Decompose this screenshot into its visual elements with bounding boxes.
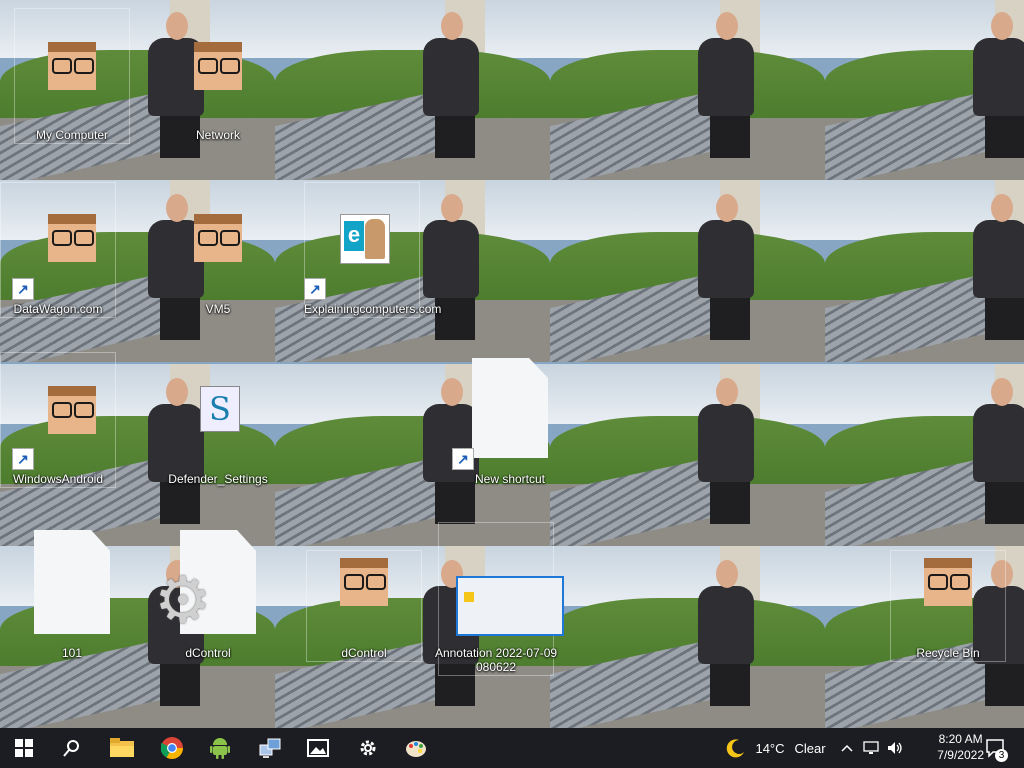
desktop-icon[interactable]: My Computer [14, 8, 130, 144]
taskbar-photos[interactable] [294, 728, 342, 768]
file-explorer-icon [110, 738, 134, 757]
settings-icon [360, 740, 376, 756]
desktop-icon[interactable]: Recycle Bin [890, 550, 1006, 662]
taskbar-file-explorer[interactable] [98, 728, 146, 768]
network-app-icon [259, 738, 281, 758]
desktop-icon-label: VM5 [205, 302, 231, 316]
paint-icon [406, 741, 426, 757]
shortcut-arrow-icon: ↗ [12, 278, 34, 300]
desktop-icon[interactable]: ↗ WindowsAndroid [0, 352, 116, 488]
desktop-icon-label: New shortcut [474, 472, 546, 486]
wallpaper-tile [550, 180, 825, 362]
gear-icon: ⚙ [154, 564, 212, 636]
shortcut-arrow-icon: ↗ [12, 448, 34, 470]
start-button[interactable] [0, 728, 48, 768]
windows-logo-icon [15, 739, 33, 757]
network-status-icon [863, 741, 879, 754]
desktop-icon[interactable]: VM5 [160, 182, 276, 318]
desktop-icon-label: Explainingcomputers.com [304, 302, 442, 316]
clock-time: 8:20 AM [938, 732, 983, 746]
desktop-background[interactable]: My Computer Network ↗ DataWagon.com VM5 e ↗ Exp… [0, 0, 1024, 728]
face-icon [194, 42, 242, 90]
face-icon [48, 386, 96, 434]
desktop-icon-label: Annotation 2022-07-09 080622 [434, 646, 558, 674]
speaker-icon [888, 742, 902, 754]
clock-date: 7/9/2022 [937, 748, 984, 762]
explainingcomputers-logo-icon: e [340, 214, 390, 264]
taskbar-settings[interactable] [344, 728, 392, 768]
desktop-icon-label: dControl [185, 646, 231, 660]
wallpaper-tile [825, 364, 1024, 546]
desktop-icon[interactable]: ↗ New shortcut [452, 352, 568, 488]
photos-icon [307, 739, 329, 757]
clock[interactable]: 8:20 AM 7/9/2022 [937, 731, 984, 763]
face-icon [340, 558, 388, 606]
face-icon [48, 214, 96, 262]
show-hidden-icons-button[interactable] [836, 728, 858, 768]
desktop-icon[interactable]: e ↗ Explainingcomputers.com [304, 182, 442, 318]
script-file-icon: S [200, 386, 240, 432]
wallpaper-tile [825, 0, 1024, 180]
face-icon [924, 558, 972, 606]
wallpaper-tile [550, 364, 825, 546]
taskbar-paint[interactable] [392, 728, 440, 768]
screenshot-thumbnail-icon [456, 576, 564, 636]
network-tray-button[interactable] [860, 728, 882, 768]
taskbar-chrome[interactable] [148, 728, 196, 768]
shortcut-arrow-icon: ↗ [304, 278, 326, 300]
volume-button[interactable] [884, 728, 906, 768]
wallpaper-tile [550, 546, 825, 728]
desktop-icon-label: Recycle Bin [916, 646, 980, 660]
weather-widget[interactable] [720, 728, 752, 768]
desktop-icon-label: dControl [341, 646, 387, 660]
search-icon [63, 740, 79, 757]
taskbar-network-app[interactable] [246, 728, 294, 768]
e-letter: e [344, 221, 364, 251]
weather-condition-wrap[interactable]: Clear [790, 728, 830, 768]
blank-file-icon [472, 358, 548, 458]
desktop-icon[interactable]: ⚙ dControl [150, 528, 266, 662]
desktop-icon-label: 101 [61, 646, 83, 660]
wallpaper-tile [275, 0, 550, 180]
desktop-icon-label: WindowsAndroid [12, 472, 104, 486]
desktop-icon-label: Defender_Settings [168, 472, 268, 486]
face-icon [48, 42, 96, 90]
weather-condition: Clear [794, 740, 826, 756]
wallpaper-tile [550, 0, 825, 180]
search-button[interactable] [48, 728, 96, 768]
taskbar-android[interactable] [196, 728, 244, 768]
weather-temp-wrap[interactable]: 14°C [752, 728, 788, 768]
android-icon [210, 738, 230, 759]
blank-file-icon [34, 530, 110, 634]
notifications-button[interactable]: 3 [978, 728, 1012, 768]
desktop-icon[interactable]: dControl [306, 550, 422, 662]
desktop-icon[interactable]: ↗ DataWagon.com [0, 182, 116, 318]
notification-badge: 3 [995, 749, 1008, 762]
desktop-icon[interactable]: S Defender_Settings [160, 352, 276, 488]
desktop-icon[interactable]: Annotation 2022-07-09 080622 [435, 522, 564, 676]
wallpaper-tile [825, 180, 1024, 362]
desktop-icon-label: My Computer [35, 128, 109, 142]
face-icon [194, 214, 242, 262]
chrome-icon [161, 737, 183, 759]
desktop-icon[interactable]: 101 [14, 528, 130, 662]
moon-icon [726, 739, 744, 758]
weather-temp: 14°C [755, 740, 785, 756]
desktop-icon-label: Network [195, 128, 240, 142]
chevron-up-icon [841, 744, 853, 752]
desktop-icon[interactable]: Network [160, 8, 276, 144]
taskbar: 14°C Clear 8:20 AM 7/9/2022 3 [0, 728, 1024, 768]
desktop-icon-label: DataWagon.com [13, 302, 103, 316]
shortcut-arrow-icon: ↗ [452, 448, 474, 470]
